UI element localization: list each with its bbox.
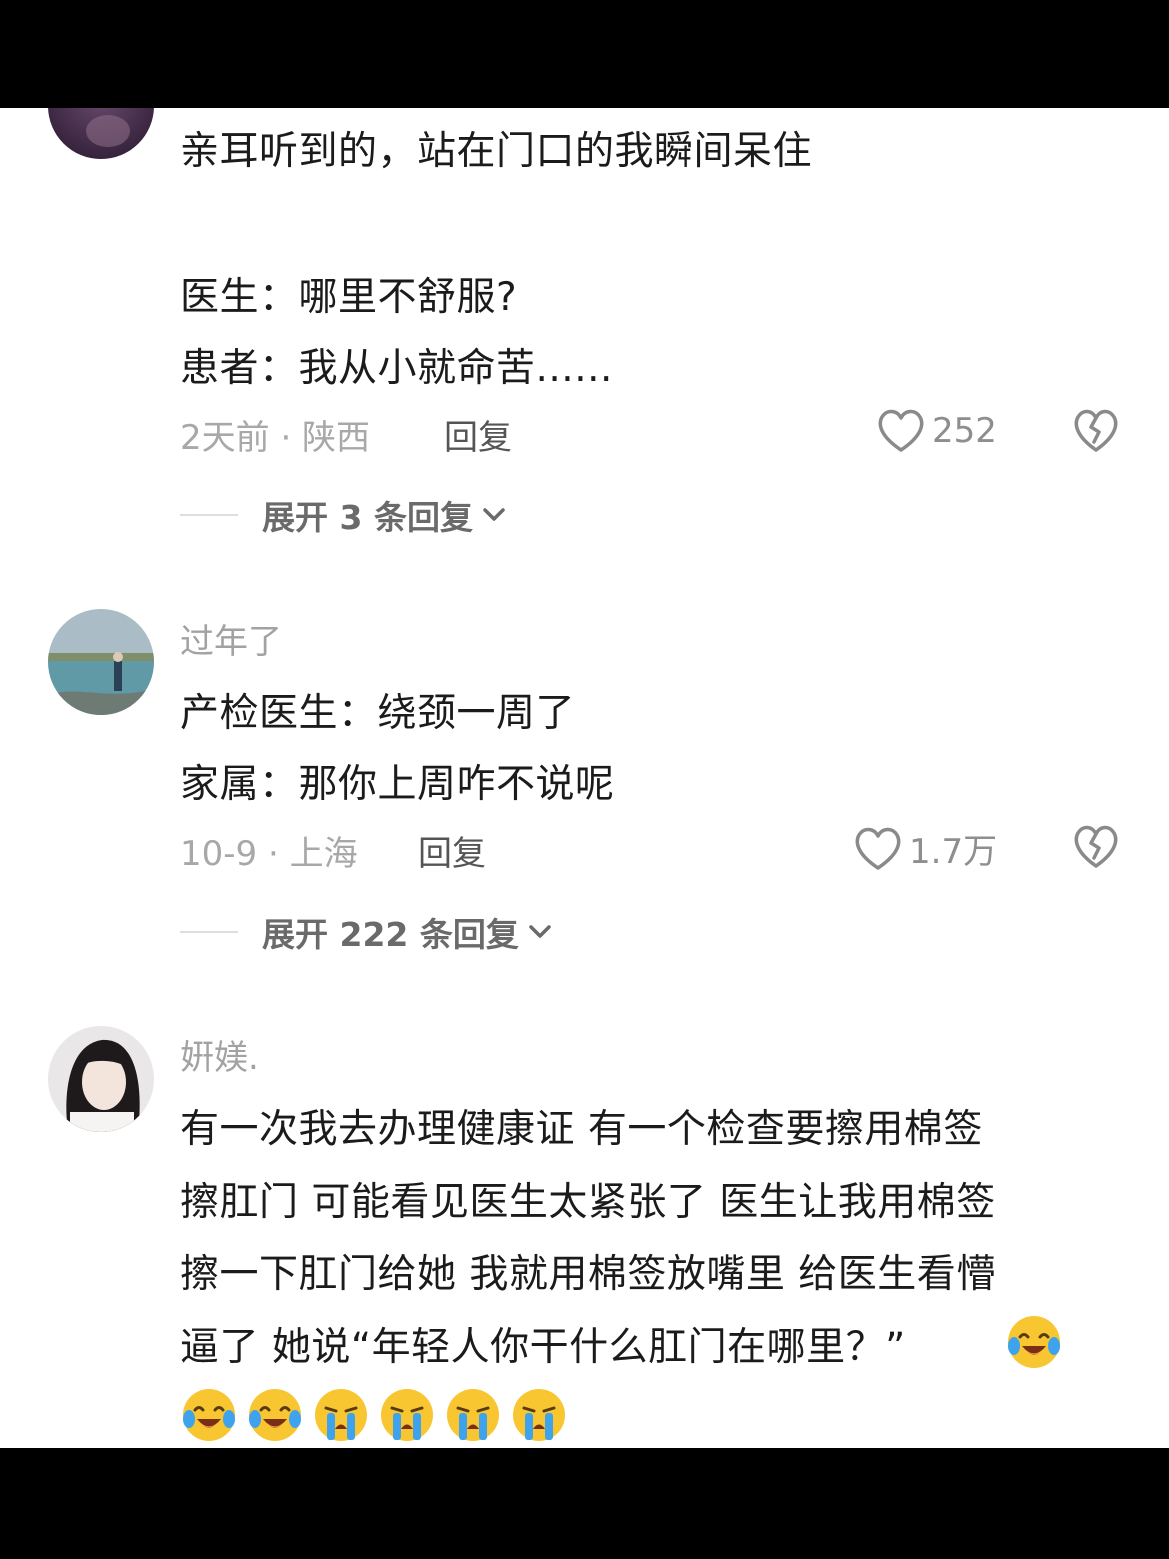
expand-replies-button[interactable]: 展开 222 条回复 [180,908,555,956]
crying-emoji-icon [513,1389,565,1441]
divider [180,931,238,933]
crying-emoji-icon [381,1389,433,1441]
comment-text-line: 产检医生：绕颈一周了 [180,691,576,736]
avatar[interactable] [48,1026,154,1132]
like-count: 1.7万 [909,832,998,872]
divider [180,514,238,516]
comment-meta: 10-9 · 上海 [180,834,358,874]
bottom-black-bar [0,1448,1169,1559]
top-black-bar [0,0,1169,108]
chevron-down-icon [529,925,551,938]
chevron-down-icon [483,508,505,521]
laugh-cry-emoji-icon [1008,1316,1060,1368]
comment-text-line: 擦肛门 可能看见医生太紧张了 医生让我用棉签 [180,1180,996,1225]
emoji-row [180,1386,568,1444]
reply-button[interactable]: 回复 [444,410,512,459]
comment-text-line: 有一次我去办理健康证 有一个检查要擦用棉签 [180,1107,983,1152]
expand-replies-label: 展开 222 条回复 [262,915,519,954]
comment-text-line: 亲耳听到的，站在门口的我瞬间呆住 [180,129,813,174]
expand-replies-label: 展开 3 条回复 [262,498,473,537]
comment-text-line: 擦一下肛门给她 我就用棉签放嘴里 给医生看懵 [180,1252,996,1297]
comment-meta: 2天前 · 陕西 [180,418,371,458]
expand-replies-button[interactable]: 展开 3 条回复 [180,491,509,539]
like-count: 252 [932,411,997,451]
crying-emoji-icon [447,1389,499,1441]
laugh-cry-emoji-icon [249,1389,301,1441]
comment-list[interactable]: 亲耳听到的，站在门口的我瞬间呆住 医生：哪里不舒服? 患者：我从小就命苦....… [0,108,1169,1448]
like-button[interactable]: 1.7万 [853,824,997,873]
avatar[interactable] [48,108,154,159]
comment-text-line: 家属：那你上周咋不说呢 [180,762,615,807]
comment-text-line: 患者：我从小就命苦...... [180,346,613,391]
dislike-button[interactable] [1072,824,1120,874]
heart-icon [878,409,924,452]
username[interactable]: 姸媄. [180,1030,259,1079]
like-button[interactable]: 252 [876,408,997,454]
username[interactable]: 过年了 [180,614,282,663]
comment-text-line: 医生：哪里不舒服? [180,275,518,320]
reply-button[interactable]: 回复 [418,826,486,875]
comment-text-line: 逼了 她说“年轻人你干什么肛门在哪里？” [180,1325,906,1370]
crying-emoji-icon [315,1389,367,1441]
laugh-cry-emoji-icon [183,1389,235,1441]
broken-heart-icon [1074,409,1118,452]
avatar[interactable] [48,609,154,715]
dislike-button[interactable] [1072,408,1120,458]
broken-heart-icon [1074,825,1118,868]
heart-icon [855,827,901,870]
